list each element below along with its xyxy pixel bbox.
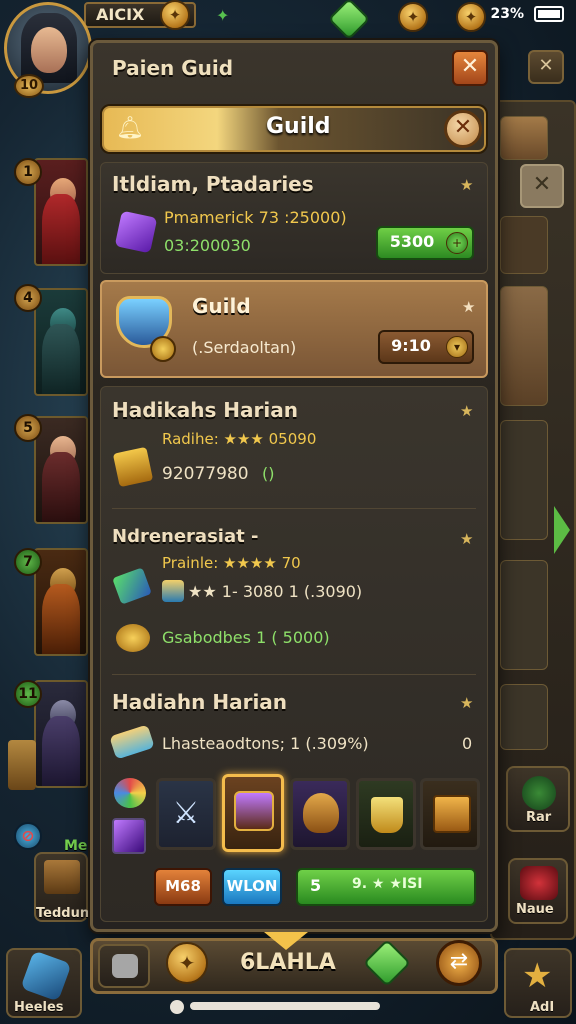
daily-1-star-icon[interactable]: ★: [460, 402, 473, 420]
hero-card-4[interactable]: [34, 548, 88, 656]
daily-2-line-3: Gsabodbes 1 ( 5000): [162, 628, 330, 647]
battery-icon: [534, 6, 564, 22]
home-indicator[interactable]: [190, 1002, 380, 1010]
left-tab-handle[interactable]: [8, 740, 36, 790]
green-gem-icon[interactable]: [327, 0, 371, 41]
daily-3-title: Hadiahn Harian: [112, 690, 288, 714]
no-entry-icon[interactable]: ⊘: [14, 822, 42, 850]
daily-2-star-icon[interactable]: ★: [460, 530, 473, 548]
helmet-hero-icon: [303, 793, 339, 833]
daily-2-title: Ndrenerasiat -: [112, 526, 259, 547]
action-button-1[interactable]: M68: [154, 868, 212, 906]
ranking-line-1: Pmamerick 73 :25000): [164, 208, 347, 227]
daily-2-line-2: ★★ 1- 3080 1 (.3090): [188, 582, 363, 601]
right-x-icon[interactable]: ✕: [520, 164, 564, 208]
right-slot-2: [500, 286, 548, 406]
star-icon: ✦: [216, 6, 230, 25]
right-close-icon[interactable]: ✕: [528, 50, 564, 84]
divider-1: [112, 508, 476, 509]
hero-number-4: 4: [14, 284, 42, 312]
reward-slot-cup[interactable]: [356, 778, 416, 850]
ranking-star-icon[interactable]: ★: [460, 176, 473, 194]
action-button-3-count: 5: [310, 876, 322, 895]
guild-emblem-icon: [110, 286, 180, 366]
gold-coins-icon: [116, 624, 150, 652]
purple-crystal-icon: [114, 210, 158, 254]
right-label-rar: Rar: [526, 810, 552, 825]
shield-icon: [522, 776, 556, 810]
bottom-coin-icon[interactable]: ✦: [166, 942, 208, 984]
action-button-3-label: 9. ★ ★ISI: [352, 876, 423, 892]
battery-percent: 23%: [490, 6, 524, 22]
right-slot-5: [500, 684, 548, 750]
potion-icon: [20, 950, 72, 1002]
guild-subtitle: (.Serdaoltan): [192, 338, 297, 357]
reward-slot-crate[interactable]: [420, 778, 480, 850]
daily-3-line-1: Lhasteaodtons; 1 (.309%): [162, 734, 369, 753]
action-button-2[interactable]: WLON: [222, 868, 282, 906]
hero-number-11: 11: [14, 680, 42, 708]
right-arrow-icon[interactable]: [554, 506, 570, 554]
home-dot-icon: [170, 1000, 184, 1014]
bottom-bar-label: 6LAHLA: [240, 950, 336, 975]
coin-icon[interactable]: ✦: [160, 0, 190, 30]
cat-icon: [112, 954, 138, 978]
treasure-chest-icon: [234, 791, 274, 831]
guild-star-icon[interactable]: ★: [462, 298, 475, 316]
hero-card-1[interactable]: [34, 158, 88, 266]
gold-cup-icon: [371, 797, 403, 833]
daily-1-line-1: Radihe: ★★★ 05090: [162, 430, 317, 448]
gold-coin-icon[interactable]: ✦: [398, 2, 428, 32]
right-label-adl: AdI: [530, 1000, 555, 1015]
rose-icon: [520, 866, 558, 900]
player-level-badge: 10: [14, 74, 44, 98]
star-badge-icon: ★: [522, 956, 553, 996]
reward-slot-sword[interactable]: ⚔: [156, 778, 216, 850]
hero-card-3[interactable]: [34, 416, 88, 524]
right-slot-1: [500, 216, 548, 274]
right-tab-slot[interactable]: [500, 116, 548, 160]
reward-slot-chest[interactable]: [222, 774, 284, 852]
hero-number-7: 7: [14, 548, 42, 576]
right-slot-3: [500, 420, 548, 540]
bell-icon: 🔔︎: [116, 116, 144, 141]
candy-icon: [114, 778, 146, 808]
settings-coin-icon[interactable]: ✦: [456, 2, 486, 32]
bottom-pointer-icon: [264, 932, 308, 950]
hero-card-2[interactable]: [34, 288, 88, 396]
guild-button-coin-icon: ▾: [446, 336, 468, 358]
left-label-teddun: Teddun: [36, 906, 90, 921]
purple-magic-icon: [112, 818, 146, 854]
ranking-claim-label: 5300: [389, 232, 435, 251]
reward-slot-hero[interactable]: [290, 778, 350, 850]
hero-card-5[interactable]: [34, 680, 88, 788]
left-label-heeles: Heeles: [14, 1000, 64, 1015]
guild-timer-label: 9:10: [391, 336, 431, 355]
guild-section-title: Guild: [192, 294, 251, 318]
ranking-button-coin-icon: +: [446, 232, 468, 254]
crate-icon: [433, 795, 471, 833]
daily-1-title: Hadikahs Harian: [112, 398, 298, 422]
right-label-naue: Naue: [516, 902, 554, 917]
crate-icon: [44, 860, 80, 894]
daily-3-star-icon[interactable]: ★: [460, 694, 473, 712]
ranking-title: Itldiam, Ptadaries: [112, 172, 314, 196]
layered-cake-icon: [162, 580, 184, 602]
hero-number-5: 5: [14, 414, 42, 442]
daily-3-line-1-value: 0: [462, 734, 473, 753]
right-slot-4: [500, 560, 548, 670]
tab-close-button[interactable]: ✕: [444, 110, 482, 148]
bottom-refresh-icon[interactable]: ⇄: [436, 940, 482, 986]
daily-2-line-1: Prainle: ★★★★ 70: [162, 554, 301, 572]
tab-guild-label: Guild: [266, 114, 331, 139]
divider-2: [112, 674, 476, 675]
ranking-line-2: 03:200030: [164, 236, 251, 255]
bottom-menu-button[interactable]: [98, 944, 150, 988]
dialog-close-button[interactable]: ✕: [452, 50, 488, 86]
dialog-title: Paien Guid: [112, 56, 234, 80]
hero-number-1: 1: [14, 158, 42, 186]
gold-bar-icon: [112, 446, 154, 488]
daily-1-line-2: 92077980: [162, 464, 249, 484]
daily-1-line-2-suffix: (): [262, 464, 275, 483]
